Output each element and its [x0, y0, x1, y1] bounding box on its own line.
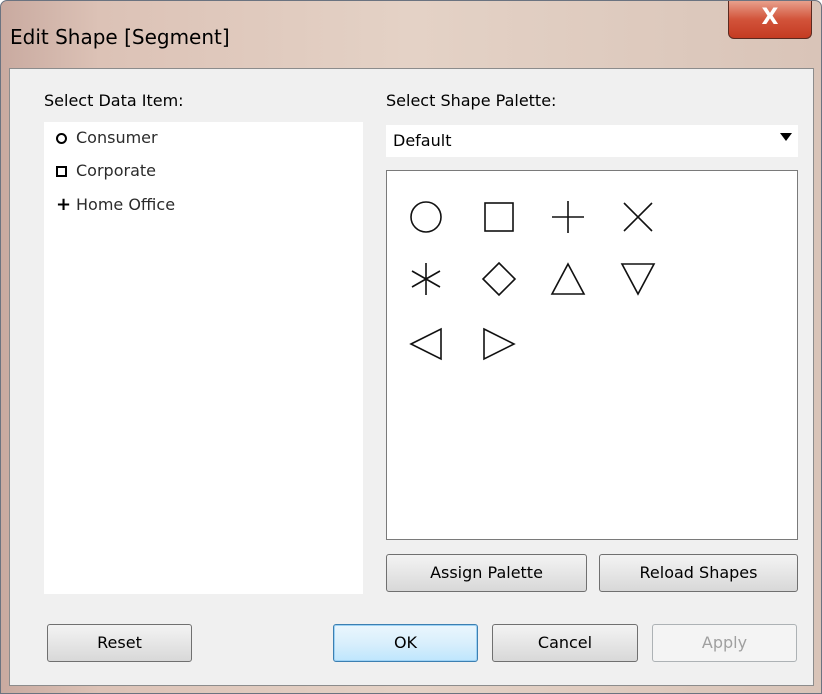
ok-button[interactable]: OK: [333, 624, 478, 662]
assign-palette-button[interactable]: Assign Palette: [386, 554, 587, 592]
apply-button[interactable]: Apply: [652, 624, 797, 662]
list-item-home-office[interactable]: + Home Office: [56, 194, 175, 218]
square-icon: [56, 161, 76, 180]
triangle-up-shape-icon[interactable]: [550, 261, 586, 297]
plus-icon: +: [56, 194, 72, 215]
times-shape-icon[interactable]: [620, 199, 656, 235]
select-shape-palette-label: Select Shape Palette:: [386, 91, 557, 110]
data-item-list: Consumer Corporate + Home Office: [44, 122, 363, 594]
triangle-right-shape-icon[interactable]: [481, 326, 517, 362]
item-label: Corporate: [76, 161, 156, 180]
plus-shape-icon[interactable]: [550, 199, 586, 235]
close-button[interactable]: X: [728, 1, 812, 39]
asterisk-shape-icon[interactable]: [408, 261, 444, 297]
edit-shape-dialog: Edit Shape [Segment] X Select Data Item:…: [0, 0, 822, 694]
select-data-item-label: Select Data Item:: [44, 91, 184, 110]
reset-button[interactable]: Reset: [47, 624, 192, 662]
title-bar: Edit Shape [Segment] X: [1, 1, 821, 69]
circle-icon: [56, 128, 76, 147]
cancel-button[interactable]: Cancel: [492, 624, 638, 662]
close-icon: X: [761, 5, 779, 30]
dropdown-arrow-icon: [780, 133, 792, 141]
diamond-shape-icon[interactable]: [481, 261, 517, 297]
item-label: Consumer: [76, 128, 158, 147]
circle-shape-icon[interactable]: [408, 199, 444, 235]
triangle-down-shape-icon[interactable]: [620, 261, 656, 297]
list-item-corporate[interactable]: Corporate: [56, 161, 156, 185]
dialog-title: Edit Shape [Segment]: [10, 25, 230, 49]
list-item-consumer[interactable]: Consumer: [56, 128, 158, 152]
palette-select-value: Default: [393, 131, 452, 150]
square-shape-icon[interactable]: [481, 199, 517, 235]
shape-palette-grid: [386, 170, 798, 540]
dialog-body: Select Data Item: Consumer Corporate + Ho…: [9, 68, 814, 686]
palette-select[interactable]: Default: [386, 125, 798, 157]
item-label: Home Office: [76, 195, 176, 214]
reload-shapes-button[interactable]: Reload Shapes: [599, 554, 798, 592]
triangle-left-shape-icon[interactable]: [408, 326, 444, 362]
